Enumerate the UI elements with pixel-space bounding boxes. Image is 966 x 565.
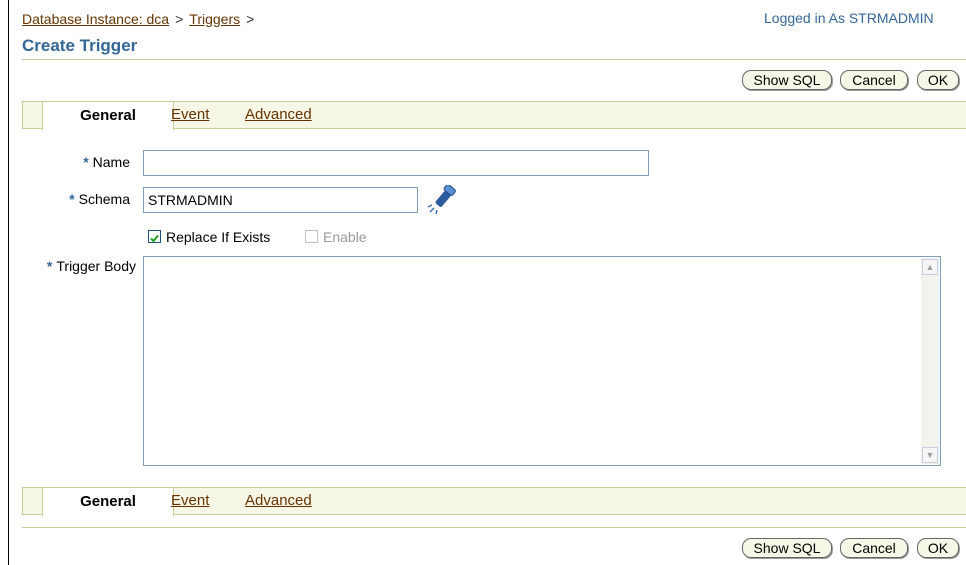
flashlight-icon[interactable]: [426, 185, 460, 215]
scroll-down-icon[interactable]: ▼: [922, 447, 938, 463]
name-label: * Name: [83, 154, 130, 170]
name-input[interactable]: [143, 150, 649, 176]
tab-event[interactable]: Event: [171, 488, 209, 514]
required-marker: *: [83, 154, 89, 170]
scroll-up-icon[interactable]: ▲: [922, 259, 938, 275]
cancel-button[interactable]: Cancel: [840, 538, 908, 558]
cancel-button[interactable]: Cancel: [840, 70, 908, 90]
bottom-divider: [22, 527, 966, 528]
trigger-body-scrollbar[interactable]: ▲ ▼: [921, 258, 939, 464]
page-title: Create Trigger: [22, 36, 138, 55]
tab-advanced[interactable]: Advanced: [245, 488, 312, 514]
show-sql-button[interactable]: Show SQL: [742, 70, 832, 90]
trigger-body-label: * Trigger Body: [46, 258, 136, 274]
tab-advanced[interactable]: Advanced: [245, 102, 312, 128]
breadcrumb-separator: >: [246, 11, 255, 27]
logged-in-status: Logged in As STRMADMIN: [764, 10, 934, 26]
tab-event[interactable]: Event: [171, 102, 209, 128]
breadcrumb: Database Instance: dca > Triggers >: [22, 11, 260, 27]
check-icon: [150, 234, 159, 243]
required-marker: *: [46, 258, 53, 274]
enable-label: Enable: [323, 229, 367, 245]
enable-checkbox: [305, 230, 318, 243]
ok-button[interactable]: OK: [917, 538, 959, 558]
replace-if-exists-label: Replace If Exists: [166, 229, 271, 245]
trigger-body-textarea[interactable]: ▲ ▼: [143, 256, 941, 466]
tab-bar-top: General Event Advanced: [22, 101, 966, 130]
show-sql-button[interactable]: Show SQL: [742, 538, 832, 558]
left-border: [8, 0, 9, 565]
tab-general[interactable]: General: [42, 101, 174, 130]
schema-label: * Schema: [69, 191, 130, 207]
tab-bar-bottom: General Event Advanced: [22, 487, 966, 516]
replace-if-exists-checkbox[interactable]: [148, 230, 161, 243]
schema-input[interactable]: [143, 187, 418, 213]
title-divider: [22, 59, 966, 60]
ok-button[interactable]: OK: [917, 70, 959, 90]
breadcrumb-separator: >: [175, 11, 184, 27]
breadcrumb-database-instance[interactable]: Database Instance: dca: [22, 11, 169, 27]
breadcrumb-triggers[interactable]: Triggers: [189, 11, 240, 27]
tab-general[interactable]: General: [42, 487, 174, 516]
required-marker: *: [69, 191, 75, 207]
